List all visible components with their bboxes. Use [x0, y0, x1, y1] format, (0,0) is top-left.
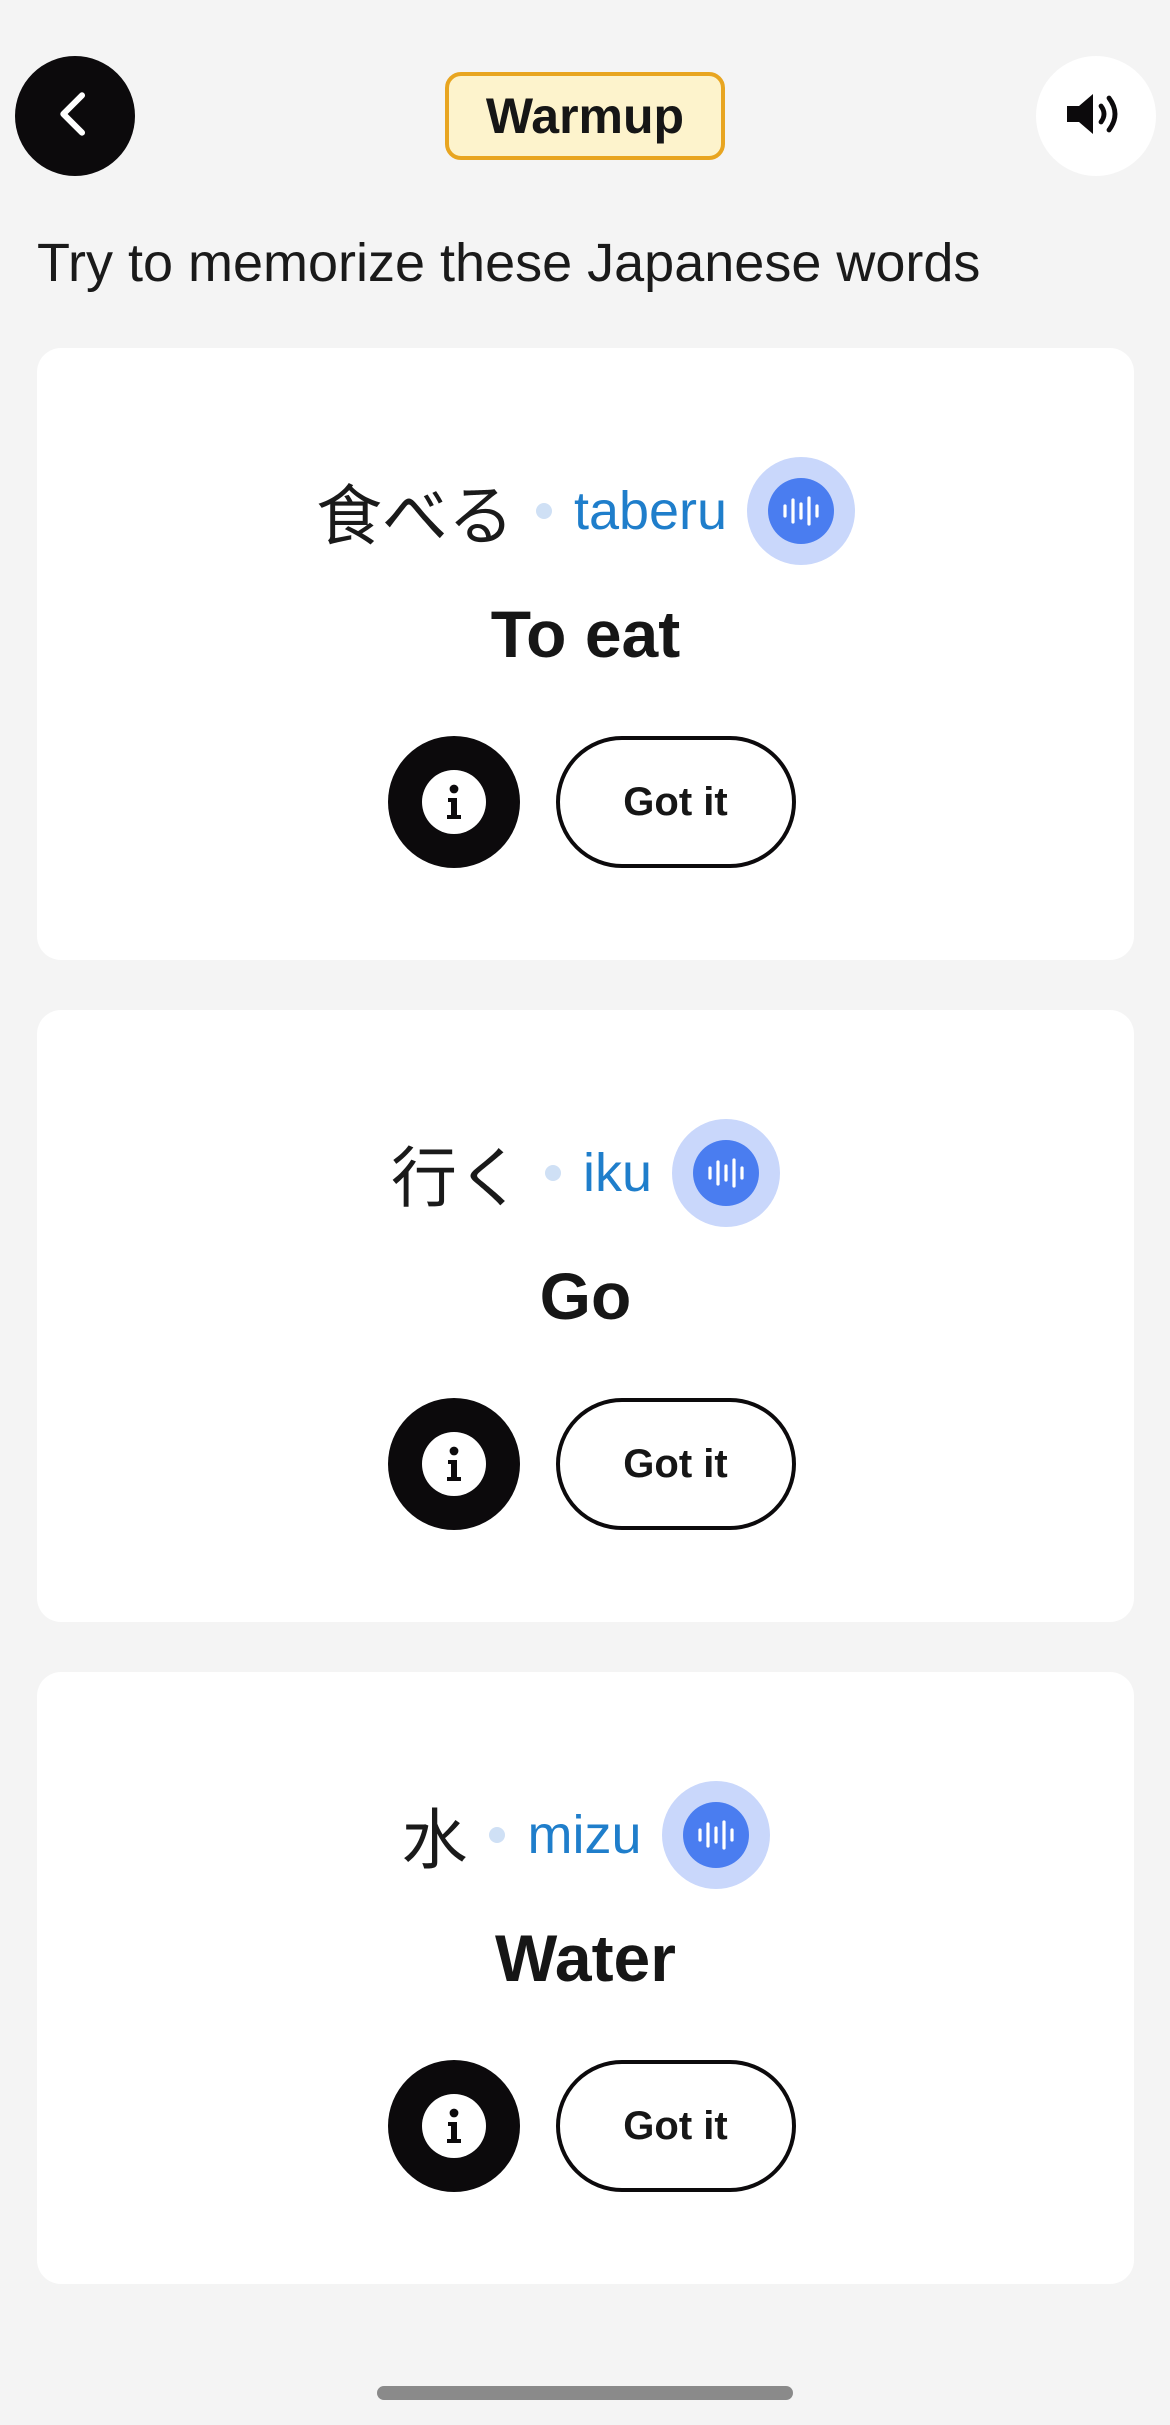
separator-dot — [489, 1827, 506, 1843]
kana-text: 食べる — [315, 478, 514, 555]
speaker-icon — [1063, 88, 1129, 145]
card-actions: Got it — [37, 2060, 1134, 2192]
word-card: 食べる taberu To eat Got it — [37, 348, 1134, 960]
chevron-left-icon — [47, 86, 103, 147]
instruction-text: Try to memorize these Japanese words — [37, 233, 981, 293]
waveform-icon — [768, 478, 835, 544]
romaji-text: iku — [582, 1143, 653, 1203]
info-icon — [421, 1432, 486, 1496]
warmup-screen: Warmup Try to memorize these Japanese wo… — [0, 0, 1170, 2425]
got-it-button[interactable]: Got it — [555, 736, 796, 868]
word-row: 水 mizu — [37, 1780, 1134, 1890]
got-it-button[interactable]: Got it — [555, 2060, 796, 2192]
word-row: 行く iku — [37, 1118, 1134, 1228]
info-icon — [421, 2094, 486, 2158]
play-audio-button[interactable] — [747, 457, 856, 565]
info-button[interactable] — [387, 736, 520, 868]
card-actions: Got it — [37, 1398, 1134, 1530]
meaning-text: To eat — [490, 597, 681, 671]
romaji-text: taberu — [573, 481, 728, 541]
meaning-text: Water — [495, 1921, 676, 1995]
got-it-button[interactable]: Got it — [555, 1398, 796, 1530]
romaji-text: mizu — [527, 1805, 642, 1865]
warmup-badge: Warmup — [445, 72, 725, 160]
play-audio-button[interactable] — [672, 1119, 781, 1227]
info-button[interactable] — [387, 2060, 520, 2192]
kana-text: 水 — [401, 1802, 468, 1879]
sound-toggle-button[interactable] — [1036, 56, 1156, 176]
kana-text: 行く — [390, 1140, 523, 1217]
word-card: 水 mizu Water Got it — [37, 1672, 1134, 2284]
meaning-text: Go — [539, 1259, 632, 1333]
back-button[interactable] — [15, 56, 135, 176]
info-button[interactable] — [387, 1398, 520, 1530]
card-actions: Got it — [37, 736, 1134, 868]
waveform-icon — [682, 1802, 749, 1868]
play-audio-button[interactable] — [661, 1781, 770, 1889]
word-card: 行く iku Go Got it — [37, 1010, 1134, 1622]
word-row: 食べる taberu — [37, 456, 1134, 566]
separator-dot — [535, 503, 552, 519]
info-icon — [421, 770, 486, 834]
waveform-icon — [693, 1140, 760, 1206]
home-indicator[interactable] — [377, 2386, 793, 2400]
separator-dot — [544, 1165, 561, 1181]
